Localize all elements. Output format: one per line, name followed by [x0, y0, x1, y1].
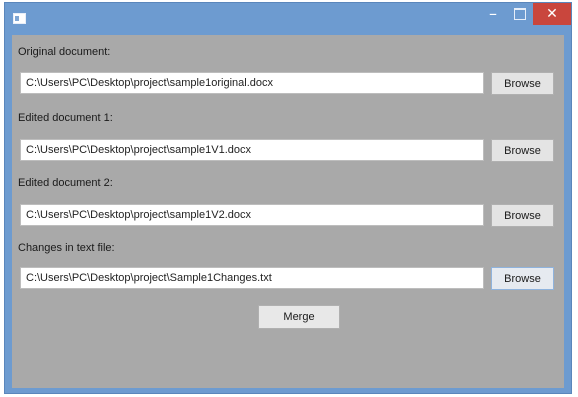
edited-document-1-label: Edited document 1: [18, 112, 113, 124]
browse-edited-1-button[interactable]: Browse [491, 139, 554, 162]
minimize-button[interactable]: – [479, 3, 507, 25]
original-document-label: Original document: [18, 46, 111, 58]
maximize-icon [514, 8, 526, 20]
title-bar[interactable]: – ✕ [5, 3, 571, 35]
edited-document-1-input[interactable]: C:\Users\PC\Desktop\project\sample1V1.do… [20, 139, 484, 161]
browse-edited-2-button[interactable]: Browse [491, 204, 554, 227]
close-button[interactable]: ✕ [533, 3, 571, 25]
app-window: – ✕ Original document: C:\Users\PC\Deskt… [4, 2, 572, 394]
changes-text-file-label: Changes in text file: [18, 242, 115, 254]
edited-document-2-label: Edited document 2: [18, 177, 113, 189]
browse-original-button[interactable]: Browse [491, 72, 554, 95]
window-icon [13, 13, 26, 24]
edited-document-2-input[interactable]: C:\Users\PC\Desktop\project\sample1V2.do… [20, 204, 484, 226]
original-document-input[interactable]: C:\Users\PC\Desktop\project\sample1origi… [20, 72, 484, 94]
form-panel: Original document: C:\Users\PC\Desktop\p… [12, 35, 564, 388]
changes-text-file-input[interactable]: C:\Users\PC\Desktop\project\Sample1Chang… [20, 267, 484, 289]
maximize-button[interactable] [507, 3, 533, 25]
merge-button[interactable]: Merge [258, 305, 340, 329]
browse-changes-button[interactable]: Browse [491, 267, 554, 290]
